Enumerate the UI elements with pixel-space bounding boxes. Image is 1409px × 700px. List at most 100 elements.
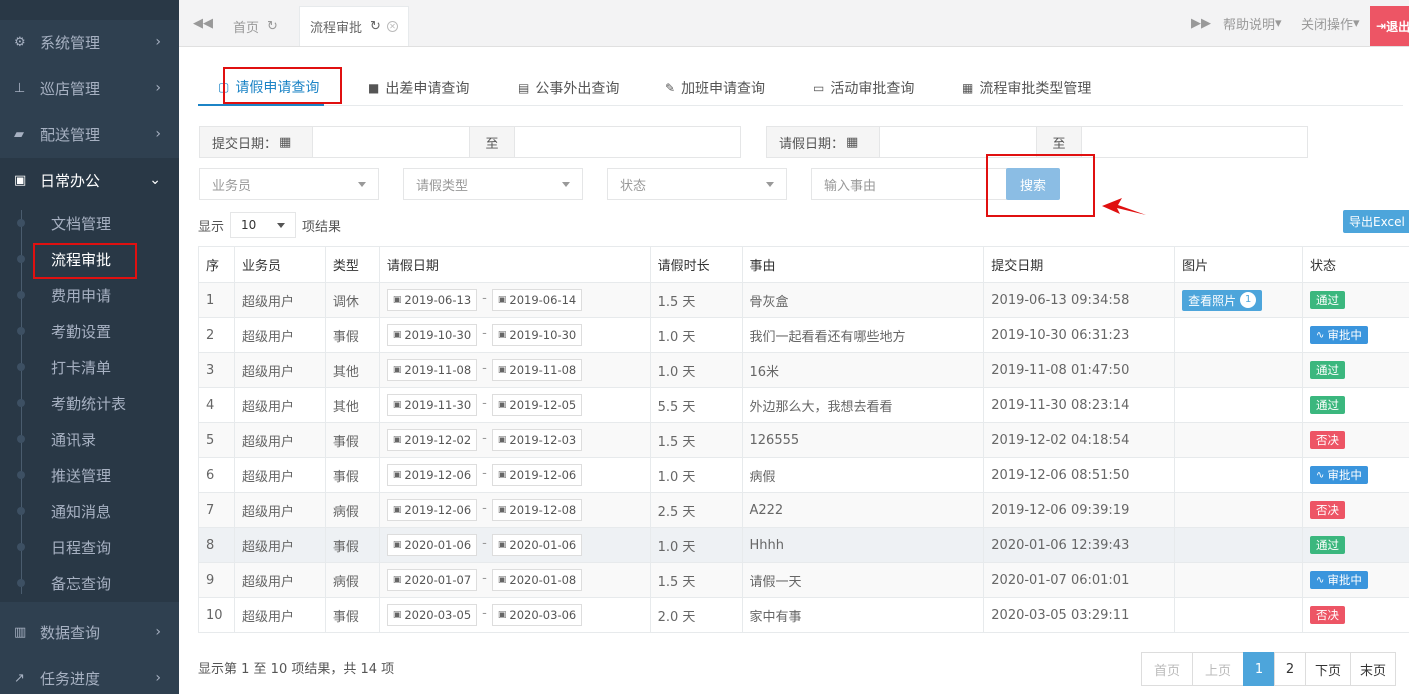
calendar-icon: ▣ [393, 610, 402, 620]
caret-down-icon: ▾ [1353, 16, 1360, 31]
sidebar-item-label: 备忘查询 [51, 573, 111, 594]
row-duration: 2.5 天 [658, 505, 696, 520]
page-next-button[interactable]: 下页 [1305, 652, 1351, 686]
col-header-photo[interactable]: 图片 [1175, 247, 1303, 283]
row-duration: 1.5 天 [658, 575, 696, 590]
tab-approval-type-management[interactable]: ▦流程审批类型管理 [962, 70, 1091, 106]
cell-type: 病假 [325, 563, 379, 598]
logout-button[interactable]: ⇥退出 [1370, 6, 1409, 46]
page-2-button[interactable]: 2 [1274, 652, 1306, 686]
sidebar-menu-office[interactable]: ▣ 日常办公 ⌄ [0, 158, 179, 202]
salesman-select[interactable]: 业务员 [199, 168, 379, 200]
pagination: 首页 上页 1 2 下页 末页 [1142, 652, 1396, 686]
help-dropdown[interactable]: 帮助说明▾ [1223, 0, 1282, 46]
col-header-type[interactable]: 类型 [325, 247, 379, 283]
date-separator: - [482, 466, 487, 481]
leave-type-select[interactable]: 请假类型 [403, 168, 583, 200]
col-header-user[interactable]: 业务员 [234, 247, 325, 283]
reason-input[interactable]: 输入事由 [811, 168, 1007, 200]
table-body: 1超级用户调休▣2019-06-13-▣2019-06-141.5 天骨灰盒20… [199, 283, 1409, 633]
col-header-status[interactable]: 状态 [1303, 247, 1409, 283]
sidebar-item-memo[interactable]: 备忘查询 [0, 565, 179, 601]
status-badge: ∿审批中 [1310, 466, 1368, 484]
row-no: 4 [206, 398, 214, 413]
page-last-button[interactable]: 末页 [1350, 652, 1396, 686]
submit-date-start-input[interactable] [312, 126, 470, 158]
page-size-select[interactable]: 10 [230, 212, 296, 238]
leave-date-start-input[interactable] [879, 126, 1037, 158]
view-photos-button[interactable]: 查看照片1 [1182, 290, 1262, 311]
refresh-icon[interactable]: ↻ [267, 19, 278, 34]
cell-type: 事假 [325, 528, 379, 563]
sidebar-item-push[interactable]: 推送管理 [0, 457, 179, 493]
refresh-icon[interactable]: ↻ [370, 19, 381, 34]
calendar-icon: ▣ [498, 540, 507, 550]
sidebar-item-expense[interactable]: 费用申请 [0, 277, 179, 313]
col-header-duration[interactable]: 请假时长 [650, 247, 742, 283]
col-header-leave-date[interactable]: 请假日期 [379, 247, 650, 283]
status-badge: 通过 [1310, 536, 1345, 554]
leave-start-date: ▣2020-03-05 [387, 604, 477, 626]
export-excel-button[interactable]: 导出Excel [1343, 210, 1409, 233]
tab-activity-query[interactable]: ▭活动审批查询 [813, 70, 914, 106]
sidebar-menu-task-progress[interactable]: ↗ 任务进度 › [0, 656, 179, 700]
close-icon[interactable]: ✕ [387, 21, 398, 32]
row-reason: 请假一天 [750, 575, 802, 590]
sidebar-menu-label: 数据查询 [40, 622, 100, 643]
col-header-reason[interactable]: 事由 [742, 247, 984, 283]
cell-submit-date: 2019-11-08 01:47:50 [984, 353, 1175, 388]
tab-official-outing-query[interactable]: ▤公事外出查询 [518, 70, 619, 106]
sidebar-item-approval[interactable]: 流程审批 [0, 241, 179, 277]
sidebar-menu-delivery[interactable]: ▰ 配送管理 › [0, 112, 179, 156]
sidebar-top-strip [0, 0, 179, 20]
table-row: 6超级用户事假▣2019-12-06-▣2019-12-061.0 天病假201… [199, 458, 1409, 493]
tab-home[interactable]: 首页 ↻ [223, 6, 288, 46]
status-select[interactable]: 状态 [607, 168, 787, 200]
tab-approval[interactable]: 流程审批 ↻ ✕ [299, 6, 409, 46]
cell-status: ∿审批中 [1303, 318, 1409, 353]
search-button[interactable]: 搜索 [1006, 168, 1060, 200]
export-label: 导出Excel [1349, 213, 1405, 230]
close-ops-dropdown[interactable]: 关闭操作▾ [1301, 0, 1360, 46]
sidebar-item-documents[interactable]: 文档管理 [0, 205, 179, 241]
sidebar-menu-label: 配送管理 [40, 124, 100, 145]
submit-date-end-input[interactable] [514, 126, 741, 158]
tab-overtime-query[interactable]: ✎加班申请查询 [665, 70, 765, 106]
sidebar-menu-system[interactable]: ⚙ 系统管理 › [0, 20, 179, 64]
tab-business-trip-query[interactable]: ■出差申请查询 [368, 70, 469, 106]
sidebar-menu-patrol[interactable]: ⊥ 巡店管理 › [0, 66, 179, 110]
calendar-icon: ▣ [393, 400, 402, 410]
submit-date-label: 提交日期：▦ [199, 126, 313, 158]
sidebar-item-schedule[interactable]: 日程查询 [0, 529, 179, 565]
cell-submit-date: 2019-12-06 08:51:50 [984, 458, 1175, 493]
sidebar-item-attendance-settings[interactable]: 考勤设置 [0, 313, 179, 349]
sidebar-menu-data-query[interactable]: ▥ 数据查询 › [0, 610, 179, 654]
sidebar-item-attendance-stats[interactable]: 考勤统计表 [0, 385, 179, 421]
salesman-placeholder: 业务员 [212, 175, 251, 194]
caret-down-icon: ▾ [1275, 16, 1282, 31]
show-label: 显示 [198, 216, 224, 235]
scroll-right-icon[interactable]: ▶▶ [1191, 0, 1211, 46]
row-no: 2 [206, 328, 214, 343]
calendar-icon: ▣ [393, 435, 402, 445]
start-date-text: 2019-06-13 [404, 293, 471, 307]
col-header-submit-date[interactable]: 提交日期 [984, 247, 1175, 283]
page-prev-button[interactable]: 上页 [1192, 652, 1244, 686]
table-row: 4超级用户其他▣2019-11-30-▣2019-12-055.5 天外边那么大… [199, 388, 1409, 423]
cell-type: 其他 [325, 388, 379, 423]
tab-leave-query[interactable]: ▢请假申请查询 [198, 70, 324, 106]
date-separator: - [482, 501, 487, 516]
sidebar-item-clockin-list[interactable]: 打卡清单 [0, 349, 179, 385]
sidebar-item-notifications[interactable]: 通知消息 [0, 493, 179, 529]
page-first-button[interactable]: 首页 [1141, 652, 1193, 686]
col-header-no[interactable]: 序 [199, 247, 235, 283]
page-1-button[interactable]: 1 [1243, 652, 1275, 686]
row-duration: 1.0 天 [658, 330, 696, 345]
page-size-value: 10 [241, 218, 256, 232]
sidebar-item-contacts[interactable]: 通讯录 [0, 421, 179, 457]
row-type: 事假 [333, 540, 359, 555]
cell-user: 超级用户 [234, 528, 325, 563]
leave-date-end-input[interactable] [1081, 126, 1308, 158]
caret-down-icon [562, 182, 570, 187]
scroll-left-icon[interactable]: ◀◀ [193, 0, 213, 46]
